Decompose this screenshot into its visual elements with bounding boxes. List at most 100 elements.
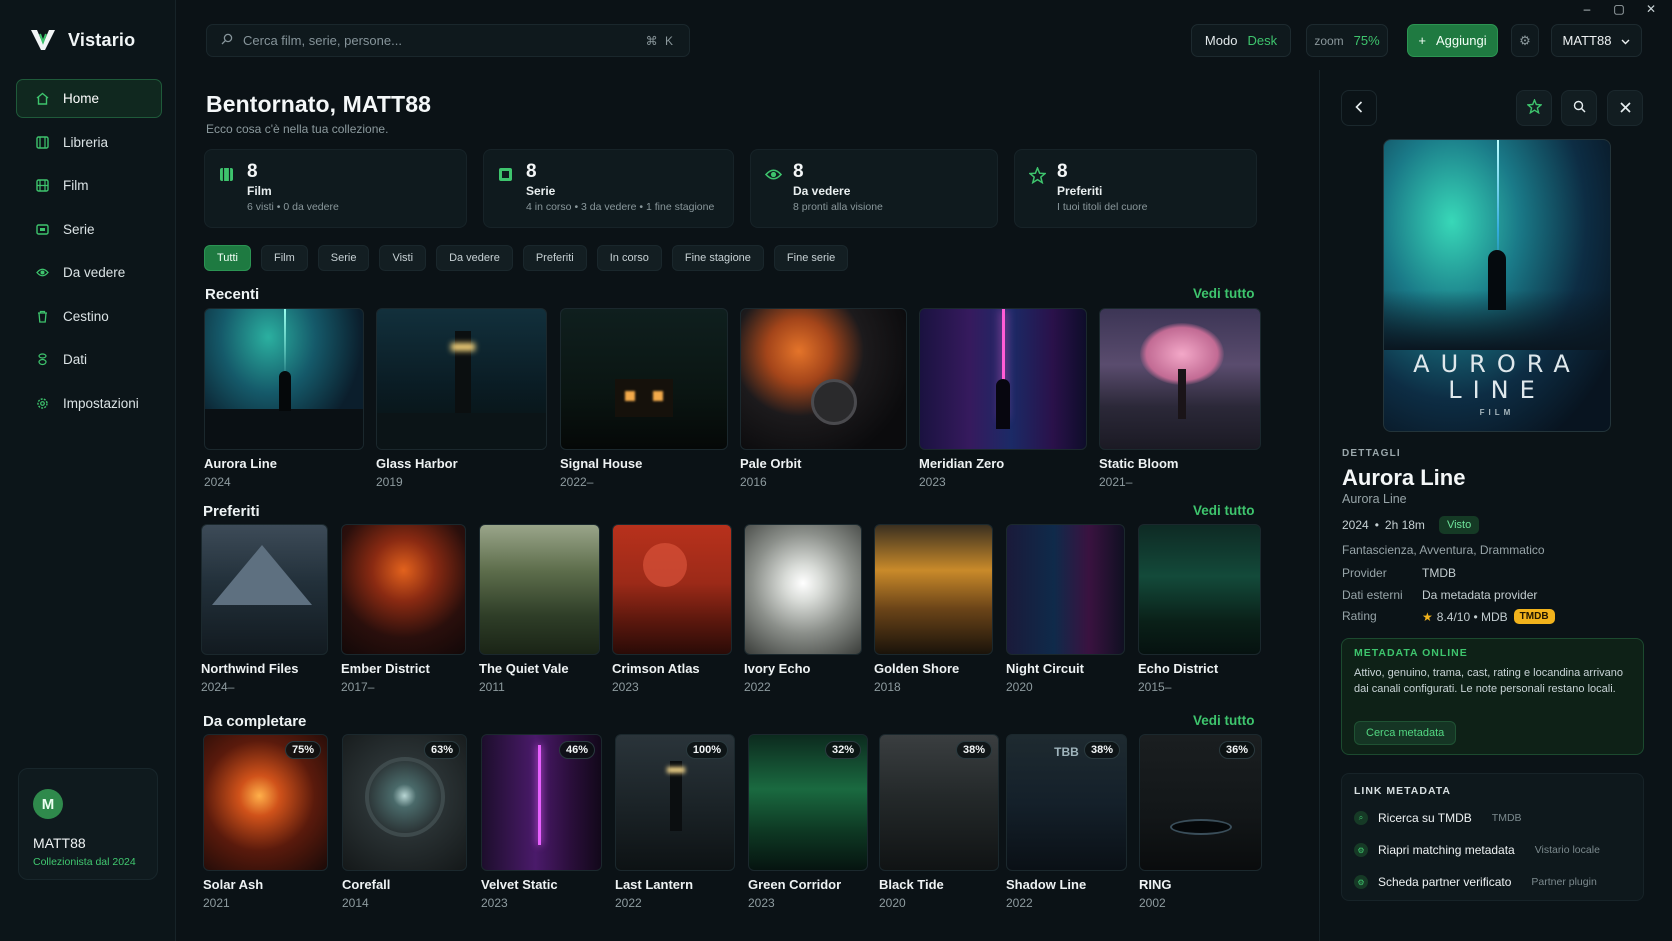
user-since: Collezionista dal 2024 — [33, 856, 136, 868]
rating-value: 8.4/10 • MDB — [1436, 609, 1508, 624]
media-card[interactable]: Ember District 2017– — [341, 524, 466, 694]
stat-card-da-vedere[interactable]: 8 Da vedere 8 pronti alla visione — [750, 149, 998, 228]
user-card[interactable]: M MATT88 Collezionista dal 2024 — [18, 768, 158, 880]
star-icon — [1525, 98, 1543, 117]
sidebar-item-da-vedere[interactable]: Da vedere — [16, 253, 162, 292]
media-card[interactable]: Signal House 2022– — [560, 308, 728, 489]
media-card[interactable]: Meridian Zero 2023 — [919, 308, 1087, 489]
maximize-button[interactable]: ▢ — [1612, 2, 1626, 16]
filter-in-corso[interactable]: In corso — [596, 245, 662, 271]
media-card[interactable]: 46% Velvet Static 2023 — [481, 734, 602, 910]
media-card[interactable]: Golden Shore 2018 — [874, 524, 993, 694]
poster-image: 100% — [615, 734, 735, 871]
media-card[interactable]: The Quiet Vale 2011 — [479, 524, 600, 694]
user-menu-button[interactable]: MATT88 — [1551, 24, 1642, 57]
stat-card-serie[interactable]: 8 Serie 4 in corso • 3 da vedere • 1 fin… — [483, 149, 734, 228]
media-card[interactable]: Northwind Files 2024– — [201, 524, 328, 694]
filter-preferiti[interactable]: Preferiti — [522, 245, 587, 271]
settings-button[interactable]: ⚙ — [1511, 24, 1539, 57]
poster-title-2: LINE — [1448, 376, 1546, 404]
sidebar-item-home[interactable]: Home — [16, 79, 162, 118]
add-button[interactable]: + Aggiungi — [1407, 24, 1498, 57]
search-bar[interactable]: Cerca film, serie, persone... ⌘ K — [206, 24, 690, 57]
filter-fine-serie[interactable]: Fine serie — [773, 245, 849, 271]
brand[interactable]: Vistario — [30, 28, 135, 52]
search-input[interactable]: Cerca film, serie, persone... — [243, 33, 402, 48]
progress-badge: 63% — [423, 741, 460, 759]
search-metadata-button[interactable]: Cerca metadata — [1354, 721, 1457, 745]
stat-card-preferiti[interactable]: 8 Preferiti I tuoi titoli del cuore — [1014, 149, 1257, 228]
page-title: Bentornato, MATT88 — [206, 91, 431, 117]
media-card[interactable]: 36% RING 2002 — [1139, 734, 1262, 910]
sidebar-item-impostazioni[interactable]: Impostazioni — [16, 384, 162, 423]
media-card[interactable]: Pale Orbit 2016 — [740, 308, 907, 489]
detail-original-title: Aurora Line — [1342, 492, 1407, 506]
star-icon — [1028, 165, 1047, 185]
metadata-link-partner[interactable]: ⚙ Scheda partner verificato Partner plug… — [1354, 875, 1597, 889]
see-all-recent[interactable]: Vedi tutto — [1193, 286, 1255, 301]
poster-image — [740, 308, 907, 450]
gear-icon — [35, 396, 49, 410]
sidebar-item-libreria[interactable]: Libreria — [16, 123, 162, 162]
media-card[interactable]: Echo District 2015– — [1138, 524, 1261, 694]
media-card[interactable]: Aurora Line 2024 — [204, 308, 364, 489]
poster-image — [612, 524, 732, 655]
media-card[interactable]: 38% Black Tide 2020 — [879, 734, 999, 910]
metadata-link-rematch[interactable]: ⚙ Riapri matching metadata Vistario loca… — [1354, 843, 1600, 857]
filter-da-vedere[interactable]: Da vedere — [436, 245, 513, 271]
favorite-button[interactable] — [1516, 90, 1552, 126]
media-card[interactable]: Ivory Echo 2022 — [744, 524, 862, 694]
poster-image — [1006, 524, 1125, 655]
detail-title: Aurora Line — [1342, 465, 1466, 490]
filter-film[interactable]: Film — [261, 245, 308, 271]
card-year: 2020 — [1006, 680, 1033, 694]
media-card[interactable]: 75% Solar Ash 2021 — [203, 734, 328, 910]
card-title: Meridian Zero — [919, 456, 1005, 471]
see-all-favorites[interactable]: Vedi tutto — [1193, 503, 1255, 518]
tmdb-badge: TMDB — [1513, 609, 1555, 624]
link-tag: Vistario locale — [1534, 844, 1600, 856]
filter-fine-stagione[interactable]: Fine stagione — [671, 245, 764, 271]
media-card[interactable]: 32% Green Corridor 2023 — [748, 734, 868, 910]
home-icon — [35, 92, 49, 106]
trash-icon — [35, 309, 49, 323]
close-window-button[interactable]: ✕ — [1644, 2, 1658, 16]
stat-number: 8 — [247, 161, 258, 182]
chevron-down-icon — [1621, 33, 1630, 48]
minimize-button[interactable]: – — [1580, 2, 1594, 16]
media-card[interactable]: 63% Corefall 2014 — [342, 734, 467, 910]
media-card[interactable]: Night Circuit 2020 — [1006, 524, 1125, 694]
see-all-tocomplete[interactable]: Vedi tutto — [1193, 713, 1255, 728]
mode-toggle[interactable]: Modo Desk — [1191, 24, 1291, 57]
detail-year: 2024 — [1342, 518, 1369, 532]
filter-visti[interactable]: Visti — [379, 245, 427, 271]
card-year: 2021 — [203, 896, 230, 910]
media-card[interactable]: TBB 38% Shadow Line 2022 — [1006, 734, 1127, 910]
metadata-link-tmdb[interactable]: ⌕ Ricerca su TMDB TMDB — [1354, 811, 1522, 825]
sidebar-item-cestino[interactable]: Cestino — [16, 297, 162, 336]
card-title: Northwind Files — [201, 661, 299, 676]
sidebar-item-dati[interactable]: Dati — [16, 340, 162, 379]
add-label: Aggiungi — [1435, 33, 1487, 48]
poster-image: TBB 38% — [1006, 734, 1127, 871]
back-button[interactable] — [1341, 90, 1377, 126]
sidebar-item-serie[interactable]: Serie — [16, 210, 162, 249]
zoom-control[interactable]: zoom 75% — [1306, 24, 1388, 57]
link-label: Ricerca su TMDB — [1378, 811, 1472, 825]
close-panel-button[interactable] — [1607, 90, 1643, 126]
film-icon — [35, 179, 49, 193]
search-metadata-button[interactable] — [1561, 90, 1597, 126]
media-card[interactable]: Crimson Atlas 2023 — [612, 524, 732, 694]
stat-card-film[interactable]: 8 Film 6 visti • 0 da vedere — [204, 149, 467, 228]
detail-poster: AURORA LINE FILM — [1383, 139, 1611, 432]
poster-image: 36% — [1139, 734, 1262, 871]
media-card[interactable]: Glass Harbor 2019 — [376, 308, 547, 489]
user-name: MATT88 — [33, 835, 86, 851]
card-title: Shadow Line — [1006, 877, 1087, 892]
media-card[interactable]: Static Bloom 2021– — [1099, 308, 1261, 489]
media-card[interactable]: 100% Last Lantern 2022 — [615, 734, 735, 910]
filter-tutti[interactable]: Tutti — [204, 245, 251, 271]
filter-serie[interactable]: Serie — [317, 245, 370, 271]
sidebar-item-film[interactable]: Film — [16, 166, 162, 205]
chevron-left-icon — [1355, 100, 1363, 116]
